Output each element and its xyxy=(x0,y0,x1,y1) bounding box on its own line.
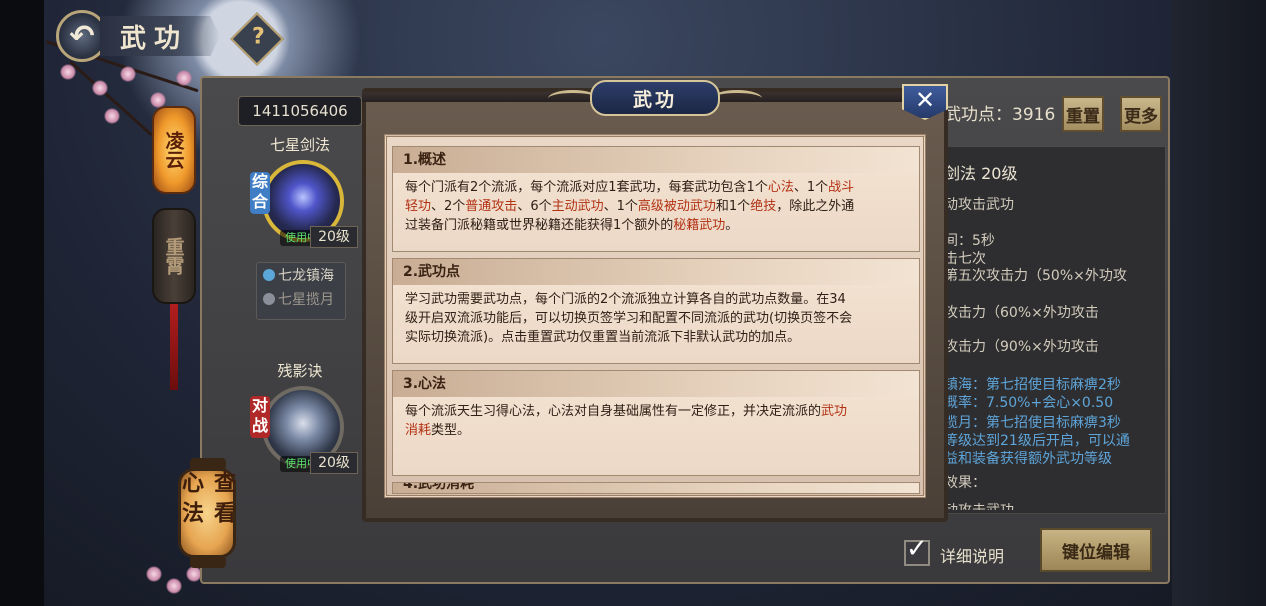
blossom-decoration xyxy=(176,70,192,86)
player-id: 1411056406 xyxy=(238,96,362,126)
section-heading: 2.武功点 xyxy=(393,259,919,285)
school-name-qixing: 七星剑法 xyxy=(269,136,330,154)
blossom-decoration xyxy=(146,566,162,582)
more-button[interactable]: 更多 xyxy=(1120,96,1162,132)
section-body: 学习武功需要武功点，每个门派的2个流派独立计算各自的武功点数量。在34 级开启双流… xyxy=(393,285,919,347)
skill-line: 第五次攻击力（50%×外功攻 xyxy=(944,268,1127,284)
water-drop-icon xyxy=(263,269,275,281)
skill-line: 镇海：第七招使目标麻痹2秒 xyxy=(944,377,1121,393)
text-segment: 、2个 xyxy=(431,199,466,214)
skill-line: 动攻击武功 xyxy=(944,197,1014,213)
text-segment: 、1个 xyxy=(793,180,829,195)
school-level: 20级 xyxy=(310,452,358,474)
skill-line: 概率：7.50%+会心×0.50 xyxy=(944,395,1114,411)
blossom-decoration xyxy=(104,108,120,124)
section-overview: 1.概述 每个门派有2个流派，每个流派对应1套武功，每套武功包含1个心法、1个战… xyxy=(392,146,920,252)
lantern-chongxiao[interactable]: 重霄 xyxy=(152,208,196,304)
lantern-lingyun[interactable]: 凌云 xyxy=(152,106,196,194)
dialog-title: 武功 xyxy=(590,80,720,116)
skill-line: 益和装备获得额外武功等级 xyxy=(944,451,1112,467)
school-tag-duizhan: 对战 xyxy=(250,396,270,438)
moon-icon xyxy=(263,293,275,305)
section-text-line: 过装备门派秘籍或世界秘籍还能获得1个额外的秘籍武功。 xyxy=(405,216,907,235)
text-segment: 。 xyxy=(725,218,739,233)
keybind-edit-button[interactable]: 键位编辑 xyxy=(1040,528,1152,572)
section-consumption: 4.武功消耗 xyxy=(392,482,920,494)
lantern-base xyxy=(190,556,226,568)
reset-button[interactable]: 重置 xyxy=(1062,96,1104,132)
sub-school-qixing-lanyue[interactable]: 七星揽月 xyxy=(257,287,345,311)
text-segment: 、1个 xyxy=(603,199,638,214)
section-body: 每个门派有2个流派，每个流派对应1套武功，每套武功包含1个心法、1个战斗 轻功、2… xyxy=(393,173,919,235)
text-segment: 每个门派有2个流派，每个流派对应1套武功，每套武功包含1个 xyxy=(405,180,768,195)
martial-points: 武功点：3916 xyxy=(944,105,1056,125)
skill-line: 揽月：第七招使目标麻痹3秒 xyxy=(944,415,1121,431)
school-tag-zonghe: 综合 xyxy=(250,172,270,214)
section-heading: 4.武功消耗 xyxy=(393,483,919,493)
highlight-term: 普通攻击 xyxy=(465,199,518,214)
section-text-line: 每个流派天生习得心法，心法对自身基础属性有一定修正，并决定流派的武功 xyxy=(405,402,907,421)
section-text-line: 轻功、2个普通攻击、6个主动武功、1个高级被动武功和1个绝技，除此之外通 xyxy=(405,197,907,216)
highlight-term: 绝技 xyxy=(750,199,777,214)
text-segment: 、6个 xyxy=(517,199,552,214)
highlight-term: 消耗 xyxy=(405,423,432,438)
section-heading: 3.心法 xyxy=(393,371,919,397)
checkmark-icon: ✓ xyxy=(906,534,928,564)
left-letterbox xyxy=(0,0,44,606)
text-segment: 每个流派天生习得心法，心法对自身基础属性有一定修正，并决定流派的 xyxy=(405,404,822,419)
school-name-canying: 残影诀 xyxy=(277,362,323,380)
highlight-term: 轻功 xyxy=(405,199,432,214)
highlight-term: 秘籍武功 xyxy=(673,218,726,233)
highlight-term: 高级被动武功 xyxy=(637,199,716,214)
skill-line: 攻击力（60%×外功攻击 xyxy=(944,305,1099,321)
section-text-line: 实际切换流派)。点击重置武功仅重置当前流派下非默认武功的加点。 xyxy=(405,328,907,347)
highlight-term: 战斗 xyxy=(828,180,855,195)
blossom-decoration xyxy=(120,66,136,82)
text-segment: 级开启双流派功能后，可以切换页签学习和配置不同流派的武功(切换页签不会 xyxy=(405,311,853,326)
skill-title: 剑法 20级 xyxy=(944,164,1018,183)
section-heading: 1.概述 xyxy=(393,147,919,173)
right-letterbox xyxy=(1172,0,1266,606)
text-segment: 学习武功需要武功点，每个门派的2个流派独立计算各自的武功点数量。在34 xyxy=(405,292,846,307)
close-icon: ✕ xyxy=(914,86,936,114)
section-text-line: 消耗类型。 xyxy=(405,421,907,440)
text-segment: ，除此之外通 xyxy=(776,199,855,214)
skill-line: 等级达到21级后开启，可以通 xyxy=(944,433,1130,449)
skill-line: 攻击力（90%×外功攻击 xyxy=(944,339,1099,355)
skill-line: 动攻击武功 xyxy=(944,500,1014,510)
view-heart-method-button[interactable]: 查看心法 xyxy=(178,468,236,558)
page-title: 武功 xyxy=(100,16,220,56)
back-arrow-icon: ↶ xyxy=(69,18,95,54)
detail-label: 详细说明 xyxy=(940,547,1005,566)
blossom-decoration xyxy=(166,578,182,594)
highlight-term: 心法 xyxy=(767,180,794,195)
section-text-line: 级开启双流派功能后，可以切换页签学习和配置不同流派的武功(切换页签不会 xyxy=(405,309,907,328)
lantern-tassel xyxy=(170,304,178,390)
school-level: 20级 xyxy=(310,226,358,248)
section-points: 2.武功点 学习武功需要武功点，每个门派的2个流派独立计算各自的武功点数量。在3… xyxy=(392,258,920,364)
text-segment: 过装备门派秘籍或世界秘籍还能获得1个额外的 xyxy=(405,218,674,233)
section-body: 每个流派天生习得心法，心法对自身基础属性有一定修正，并决定流派的武功 消耗类型。 xyxy=(393,397,919,440)
text-segment: 实际切换流派)。点击重置武功仅重置当前流派下非默认武功的加点。 xyxy=(405,330,801,345)
sub-school-list: 七龙镇海 七星揽月 xyxy=(256,262,346,320)
skill-line: 效果： xyxy=(944,475,986,491)
text-segment: 和1个 xyxy=(715,199,751,214)
highlight-term: 主动武功 xyxy=(551,199,604,214)
blossom-decoration xyxy=(92,80,108,96)
highlight-term: 武功 xyxy=(821,404,848,419)
question-mark-icon: ? xyxy=(252,24,265,50)
sub-school-qilong[interactable]: 七龙镇海 xyxy=(257,263,345,287)
section-text-line: 学习武功需要武功点，每个门派的2个流派独立计算各自的武功点数量。在34 xyxy=(405,290,907,309)
section-text-line: 每个门派有2个流派，每个流派对应1套武功，每套武功包含1个心法、1个战斗 xyxy=(405,178,907,197)
blossom-decoration xyxy=(60,64,76,80)
section-heart-method: 3.心法 每个流派天生习得心法，心法对自身基础属性有一定修正，并决定流派的武功消… xyxy=(392,370,920,476)
skill-line: 间：5秒 xyxy=(944,233,995,249)
text-segment: 类型。 xyxy=(431,423,471,438)
